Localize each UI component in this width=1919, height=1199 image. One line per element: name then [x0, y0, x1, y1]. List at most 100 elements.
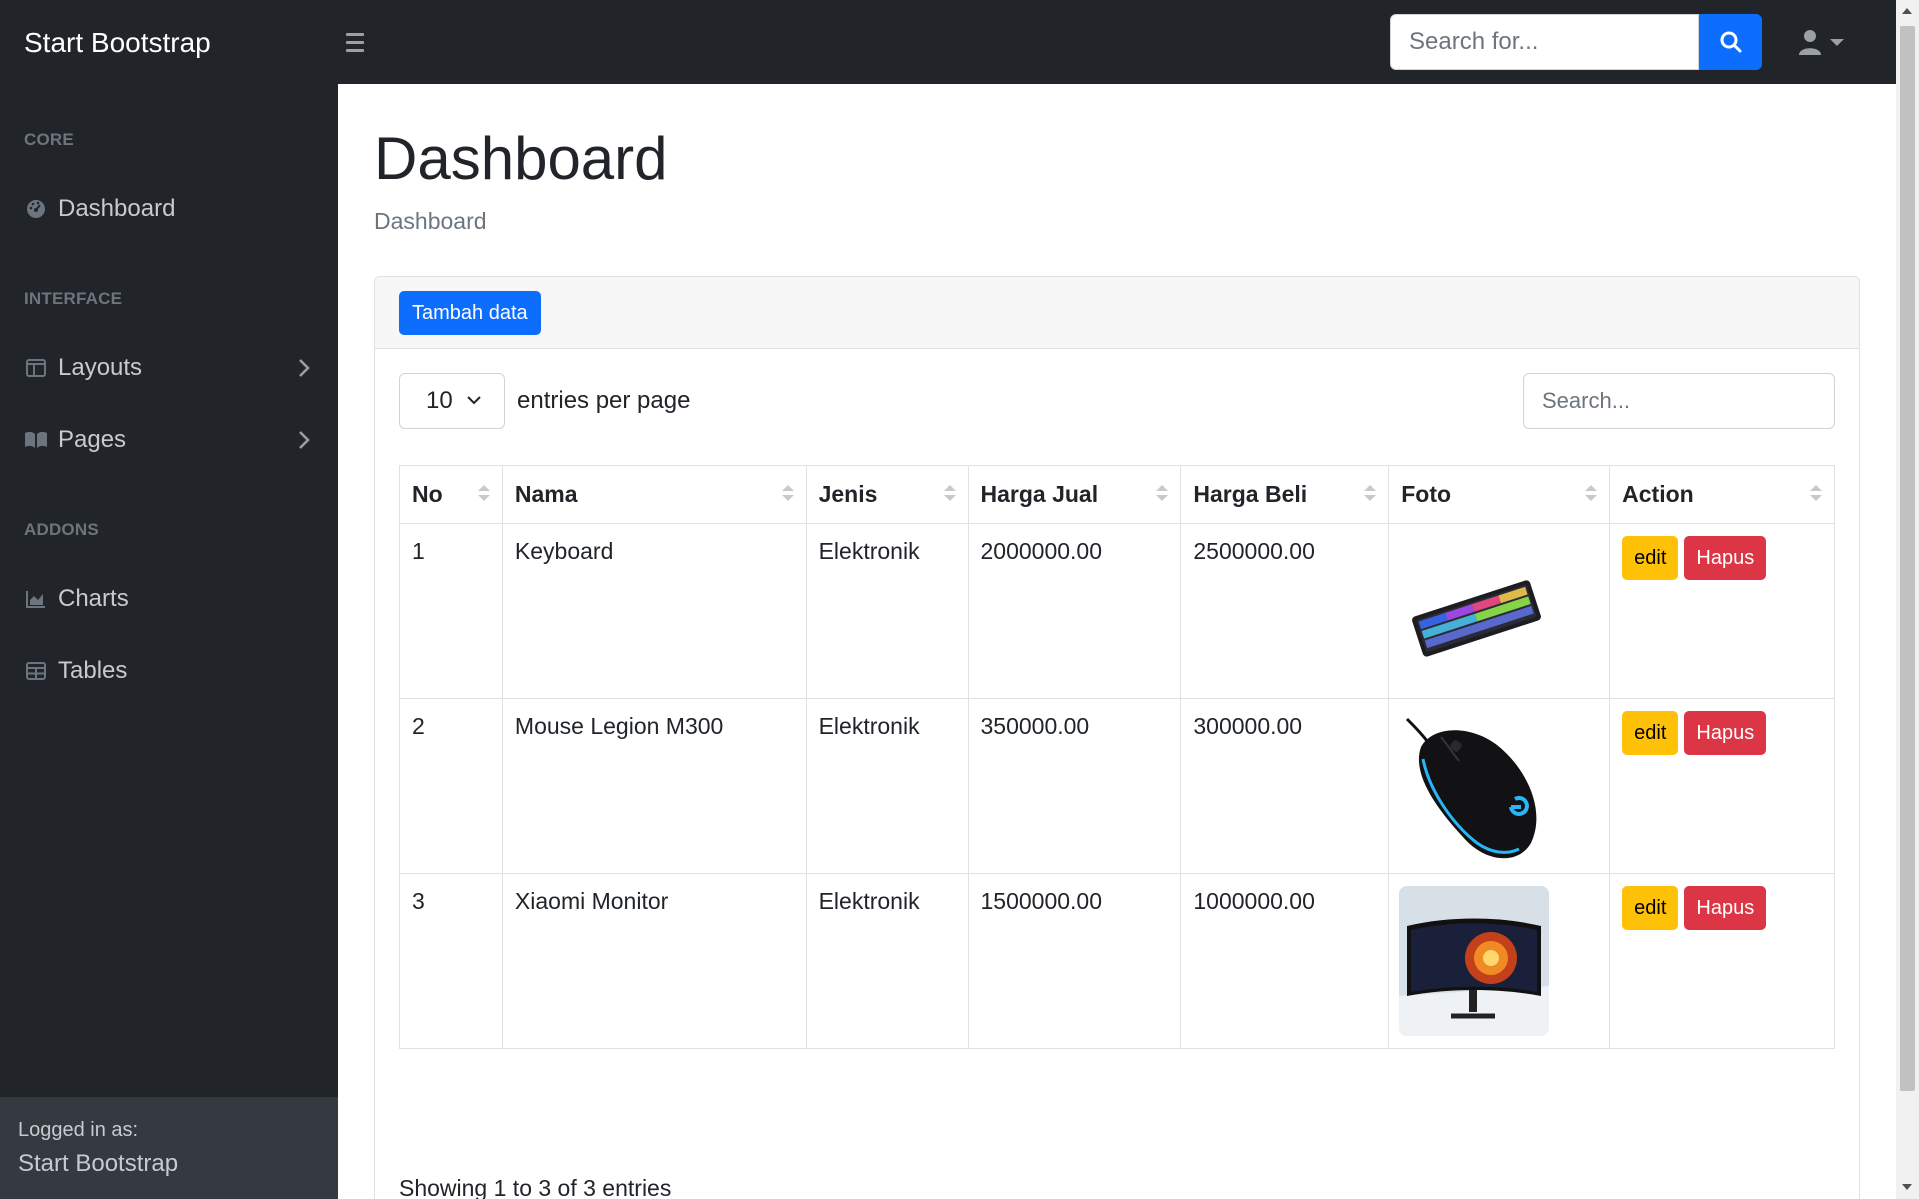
cell-nama: Xiaomi Monitor: [501, 873, 807, 1049]
hamburger-icon: [346, 32, 364, 36]
chevron-right-icon: [299, 359, 310, 377]
sidebar-item-tables[interactable]: Tables: [0, 643, 338, 699]
scroll-down-arrow-icon[interactable]: [1902, 1184, 1912, 1190]
sidebar-item-pages[interactable]: Pages: [0, 412, 338, 468]
sidebar-toggle-button[interactable]: [346, 28, 374, 56]
hamburger-icon-line: [346, 48, 364, 52]
page-title: Dashboard: [374, 125, 668, 192]
cell-harga-beli: 1000000.00: [1180, 873, 1390, 1049]
navbar-search-button[interactable]: [1699, 14, 1762, 70]
column-header-jenis[interactable]: Jenis: [805, 465, 969, 524]
add-data-button[interactable]: Tambah data: [399, 291, 541, 335]
user-icon: [1799, 30, 1821, 55]
column-label: Harga Jual: [980, 481, 1099, 507]
column-label: Foto: [1401, 481, 1452, 507]
sidebar-heading-interface: INTERFACE: [24, 289, 123, 308]
cell-jenis: Elektronik: [805, 523, 969, 699]
sort-icon: [1364, 485, 1377, 501]
navbar-search-input[interactable]: Search for...: [1390, 14, 1699, 70]
cell-jenis: Elektronik: [805, 873, 969, 1049]
column-header-nama[interactable]: Nama: [501, 465, 807, 524]
cell-nama: Mouse Legion M300: [501, 698, 807, 874]
sidebar: CORE Dashboard INTERFACE Layouts Pages A…: [0, 84, 338, 1199]
sidebar-footer: Logged in as: Start Bootstrap: [0, 1097, 338, 1199]
column-label: Jenis: [818, 481, 878, 507]
main-content: Dashboard Dashboard Tambah data 10 entri…: [338, 84, 1896, 1199]
entries-per-page-select[interactable]: 10: [399, 373, 505, 429]
brand-link[interactable]: Start Bootstrap: [24, 0, 211, 84]
chevron-down-icon: [1830, 38, 1844, 46]
sort-icon: [477, 485, 490, 501]
sidebar-item-label: Layouts: [58, 354, 143, 381]
edit-button[interactable]: edit: [1622, 536, 1679, 580]
monitor-photo: [1399, 886, 1550, 1036]
chevron-right-icon: [299, 431, 310, 449]
table-icon: [24, 659, 48, 683]
card-header: Tambah data: [375, 277, 1859, 349]
cell-no: 3: [399, 873, 503, 1049]
column-header-harga-beli[interactable]: Harga Beli: [1180, 465, 1390, 524]
sort-icon: [1585, 485, 1598, 501]
sort-icon: [1810, 485, 1822, 501]
entries-per-page-label: entries per page: [517, 387, 691, 414]
chevron-down-icon: [467, 396, 481, 405]
user-dropdown[interactable]: [1798, 26, 1850, 58]
cell-no: 1: [399, 523, 503, 699]
sort-icon: [781, 485, 794, 501]
edit-button[interactable]: edit: [1622, 886, 1679, 930]
column-label: Harga Beli: [1193, 481, 1308, 507]
scrollbar-thumb[interactable]: [1900, 26, 1915, 1091]
delete-button[interactable]: Hapus: [1684, 886, 1767, 930]
cell-no: 2: [399, 698, 503, 874]
search-icon: [1720, 31, 1741, 53]
columns-icon: [24, 356, 48, 380]
sidebar-item-label: Tables: [58, 657, 128, 684]
sidebar-item-dashboard[interactable]: Dashboard: [0, 181, 338, 237]
table-row: 2 Mouse Legion M300 Elektronik 350000.00…: [399, 698, 1835, 874]
logged-in-label: Logged in as:: [18, 1119, 139, 1141]
cell-harga-jual: 2000000.00: [967, 523, 1182, 699]
products-table: No Nama Jenis Harga Jual Harga Beli Foto…: [399, 465, 1835, 1049]
dashboard-icon: [24, 197, 48, 221]
cell-harga-beli: 2500000.00: [1180, 523, 1390, 699]
cell-foto: [1388, 523, 1611, 699]
table-row: 3 Xiaomi Monitor Elektronik 1500000.00 1…: [399, 873, 1835, 1049]
edit-button[interactable]: edit: [1622, 711, 1679, 755]
sidebar-item-label: Pages: [58, 426, 127, 453]
column-label: Nama: [514, 481, 578, 507]
sort-icon: [1156, 485, 1169, 501]
column-header-no[interactable]: No: [399, 465, 503, 524]
table-info: Showing 1 to 3 of 3 entries: [399, 1175, 672, 1199]
delete-button[interactable]: Hapus: [1684, 711, 1767, 755]
cell-harga-jual: 350000.00: [967, 698, 1182, 874]
column-header-harga-jual[interactable]: Harga Jual: [967, 465, 1182, 524]
cell-harga-jual: 1500000.00: [967, 873, 1182, 1049]
scroll-up-arrow-icon[interactable]: [1902, 8, 1912, 14]
cell-harga-beli: 300000.00: [1180, 698, 1390, 874]
mouse-photo: [1399, 711, 1550, 861]
table-search-input[interactable]: Search...: [1523, 373, 1835, 429]
cell-action: edit Hapus: [1609, 873, 1835, 1049]
table-row: 1 Keyboard Elektronik 2000000.00 2500000…: [399, 523, 1835, 699]
sort-icon: [943, 485, 956, 501]
chart-area-icon: [24, 587, 48, 611]
cell-nama: Keyboard: [501, 523, 807, 699]
column-header-action[interactable]: Action: [1609, 465, 1835, 524]
cell-action: edit Hapus: [1609, 523, 1835, 699]
navbar-search: Search for...: [1390, 14, 1762, 70]
sidebar-heading-addons: ADDONS: [24, 520, 99, 539]
entries-value: 10: [426, 387, 453, 414]
top-navbar: Start Bootstrap Search for...: [0, 0, 1896, 84]
sidebar-item-layouts[interactable]: Layouts: [0, 340, 338, 396]
logged-in-user: Start Bootstrap: [18, 1150, 179, 1177]
column-label: Action: [1622, 481, 1694, 507]
sidebar-heading-core: CORE: [24, 130, 74, 149]
hamburger-icon-line: [346, 40, 364, 44]
column-header-foto[interactable]: Foto: [1388, 465, 1611, 524]
sidebar-item-charts[interactable]: Charts: [0, 571, 338, 627]
table-header-row: No Nama Jenis Harga Jual Harga Beli Foto…: [399, 465, 1835, 524]
sidebar-item-label: Charts: [58, 585, 129, 612]
page-scrollbar[interactable]: [1896, 0, 1919, 1199]
book-icon: [24, 428, 48, 452]
delete-button[interactable]: Hapus: [1684, 536, 1767, 580]
